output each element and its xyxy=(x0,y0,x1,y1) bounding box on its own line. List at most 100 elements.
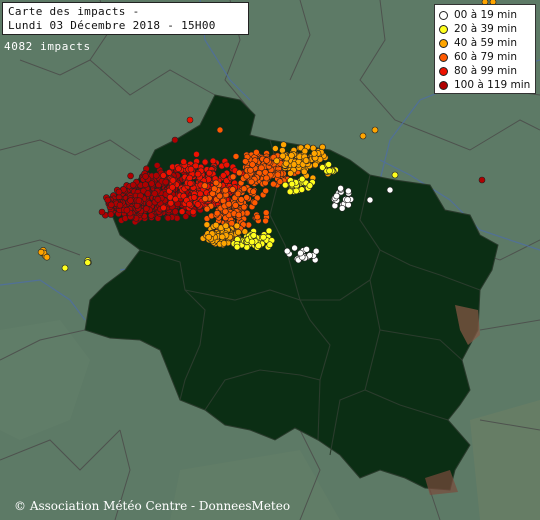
impact-dot xyxy=(197,190,204,198)
impact-dot xyxy=(169,177,177,184)
impact-dot xyxy=(187,165,195,173)
impact-dot xyxy=(306,182,314,189)
impact-dot xyxy=(258,164,265,172)
impact-dot xyxy=(312,161,319,169)
impact-dot xyxy=(193,151,200,158)
impact-dot xyxy=(186,174,193,182)
impact-dot xyxy=(250,188,257,195)
impact-dot xyxy=(366,196,374,204)
impact-dot xyxy=(201,158,209,166)
impact-dot xyxy=(167,199,175,207)
impact-dot xyxy=(107,211,115,218)
impact-dot xyxy=(209,157,217,165)
impact-dot xyxy=(229,186,236,193)
impact-dot xyxy=(310,150,318,157)
impact-dot xyxy=(165,169,173,176)
impact-dot xyxy=(186,116,194,124)
impact-dot xyxy=(263,157,271,164)
copyright-text: © Association Météo Centre - DonneesMete… xyxy=(14,499,291,513)
impact-dot xyxy=(206,169,213,177)
impact-dot xyxy=(194,170,202,178)
legend-dot xyxy=(439,24,448,34)
impact-dot xyxy=(162,178,169,186)
impact-dot xyxy=(211,185,218,192)
impact-dot xyxy=(270,180,277,188)
impact-dot xyxy=(255,242,262,249)
impact-dot xyxy=(262,209,270,216)
impact-dot xyxy=(290,161,298,168)
impact-dot xyxy=(43,253,51,261)
legend-label: 40 à 59 min xyxy=(454,37,517,49)
impact-dot xyxy=(338,205,346,212)
impact-dot xyxy=(273,157,281,165)
impact-dot xyxy=(297,249,304,257)
impact-dot xyxy=(135,197,143,204)
impact-dot xyxy=(298,175,306,183)
impact-dot xyxy=(216,126,224,134)
impact-dot xyxy=(201,195,209,202)
impact-dot xyxy=(248,238,256,246)
impact-dot xyxy=(201,182,209,189)
impact-dot xyxy=(187,180,194,187)
impact-dot xyxy=(262,217,269,225)
impact-dot xyxy=(238,196,245,203)
impact-dot xyxy=(391,171,399,179)
legend-label: 20 à 39 min xyxy=(454,23,517,35)
impact-dot xyxy=(98,208,106,216)
impact-dot xyxy=(104,196,111,204)
impact-dot xyxy=(265,227,273,235)
impact-dot xyxy=(212,179,220,187)
impact-dot xyxy=(203,205,211,213)
impact-dot xyxy=(283,247,291,255)
impact-dot xyxy=(312,247,320,255)
impact-dot xyxy=(242,158,249,165)
impact-dot xyxy=(274,171,282,178)
impact-dot xyxy=(233,243,241,251)
impact-dot xyxy=(260,233,267,241)
impact-dot xyxy=(180,158,187,166)
impact-dot xyxy=(478,176,486,184)
impact-dot xyxy=(359,132,367,140)
impact-dot xyxy=(222,222,230,230)
impact-dot xyxy=(301,147,309,155)
legend-label: 100 à 119 min xyxy=(454,79,531,91)
impact-dot xyxy=(262,187,270,195)
impact-dot xyxy=(223,161,230,169)
title-line-1: Carte des impacts - xyxy=(8,5,140,18)
impact-dot xyxy=(263,174,270,182)
impact-dot xyxy=(288,180,296,188)
impact-dot xyxy=(142,181,149,188)
impact-dot xyxy=(281,181,289,189)
impact-dot xyxy=(292,187,300,195)
impact-dot xyxy=(212,221,220,229)
impact-dot xyxy=(235,228,242,236)
impact-dot xyxy=(148,180,155,187)
legend: 00 à 19 min 20 à 39 min 40 à 59 min 60 à… xyxy=(434,4,536,94)
title-line-2: Lundi 03 Décembre 2018 - 15H00 xyxy=(8,19,216,32)
impact-count: 4082 impacts xyxy=(4,40,91,53)
impact-dot xyxy=(127,172,134,180)
impact-dot xyxy=(218,233,226,241)
impact-dot xyxy=(245,221,252,229)
title-box: Carte des impacts - Lundi 03 Décembre 20… xyxy=(2,2,249,35)
impact-dot xyxy=(143,205,150,212)
impact-dot xyxy=(235,211,243,219)
impact-dot xyxy=(280,141,287,148)
impact-dot xyxy=(171,136,179,144)
impact-dot xyxy=(279,152,287,160)
impact-dot xyxy=(250,232,257,239)
impact-dot xyxy=(127,197,134,204)
impact-dot xyxy=(148,212,155,219)
impact-dot xyxy=(154,196,162,203)
impact-dot xyxy=(386,186,394,194)
impact-dot xyxy=(169,184,176,191)
legend-label: 60 à 79 min xyxy=(454,51,517,63)
impact-dot xyxy=(333,192,340,200)
impact-dot xyxy=(194,201,202,208)
impact-dot xyxy=(286,188,294,195)
impact-dot xyxy=(272,145,279,152)
impact-dot xyxy=(232,153,240,160)
impact-dot xyxy=(298,186,306,193)
impact-dot xyxy=(153,172,160,179)
impact-dot xyxy=(160,172,167,179)
